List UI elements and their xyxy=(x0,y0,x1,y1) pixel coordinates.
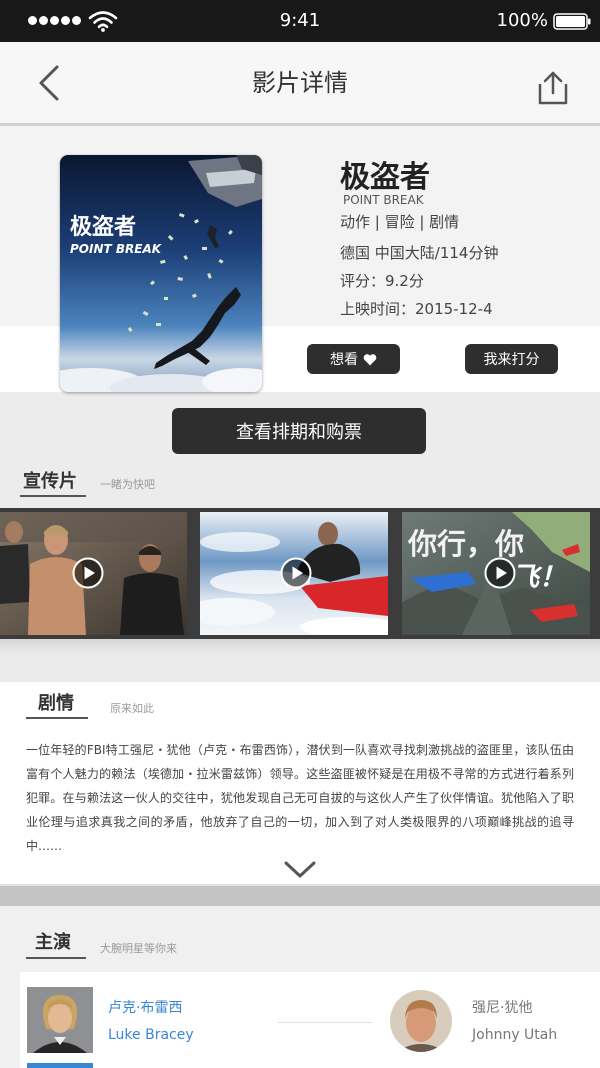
cast-subheading: 大腕明星等你来 xyxy=(100,942,177,955)
poster-subtitle: POINT BREAK xyxy=(70,242,163,256)
plot-subheading: 原来如此 xyxy=(110,702,154,715)
plot-heading-underline xyxy=(26,717,88,719)
status-bar: 9:41 100% xyxy=(0,0,600,42)
actor-name-cn[interactable]: 卢克·布雷西 xyxy=(108,999,182,1017)
want-to-watch-button[interactable]: 想看 xyxy=(307,344,400,374)
movie-release-date: 上映时间：2015-12-4 xyxy=(340,300,493,318)
wifi-icon xyxy=(88,11,118,32)
chevron-down-icon[interactable] xyxy=(283,860,317,880)
trailer-caption-line1: 你行，你 xyxy=(407,527,524,561)
actor-photo[interactable] xyxy=(27,987,93,1053)
cast-member-card[interactable] xyxy=(20,972,600,1068)
actor-role-connector xyxy=(278,1022,372,1023)
want-to-watch-label: 想看 xyxy=(330,352,358,368)
movie-english-title: POINT BREAK xyxy=(343,193,424,207)
role-name-en: Johnny Utah xyxy=(472,1027,558,1043)
battery-percent: 100% xyxy=(496,10,548,31)
rate-movie-label: 我来打分 xyxy=(483,352,540,368)
section-divider xyxy=(0,884,600,906)
rate-movie-button[interactable]: 我来打分 xyxy=(465,344,558,374)
movie-rating: 评分：9.2分 xyxy=(340,272,424,290)
trailers-subheading: 一睹为快吧 xyxy=(100,478,155,491)
showtimes-tickets-label: 查看排期和购票 xyxy=(236,422,362,443)
play-icon[interactable] xyxy=(280,557,312,589)
play-icon[interactable] xyxy=(72,557,104,589)
role-name-cn: 强尼·犹他 xyxy=(472,1000,533,1016)
movie-title: 极盗者 xyxy=(340,160,430,195)
movie-genres: 动作 | 冒险 | 剧情 xyxy=(340,213,460,231)
actor-name-en[interactable]: Luke Bracey xyxy=(108,1026,194,1044)
poster-title: 极盗者 xyxy=(70,214,136,240)
trailer-caption-line2: 飞！ xyxy=(512,562,566,593)
chevron-left-icon[interactable] xyxy=(36,64,62,102)
trailer-thumbnail-1[interactable] xyxy=(0,512,187,635)
trailer-thumbnail-2[interactable] xyxy=(200,512,388,635)
actor-photo-highlight xyxy=(27,1063,93,1068)
cast-heading: 主演 xyxy=(35,932,71,953)
play-icon[interactable] xyxy=(484,557,516,589)
signal-strength-icon xyxy=(28,16,84,26)
movie-poster: 极盗者 POINT BREAK xyxy=(60,155,262,392)
cast-heading-underline xyxy=(26,957,86,959)
plot-synopsis: 一位年轻的FBI特工强尼・犹他（卢克・布雷西饰），潜伏到一队喜欢寻找刺激挑战的盗… xyxy=(26,743,574,853)
clock-time: 9:41 xyxy=(279,10,321,31)
showtimes-tickets-button[interactable]: 查看排期和购票 xyxy=(172,408,426,454)
page-title: 影片详情 xyxy=(252,69,348,97)
plot-heading: 剧情 xyxy=(38,693,74,714)
share-icon[interactable] xyxy=(534,70,572,106)
trailers-heading: 宣传片 xyxy=(23,471,77,492)
role-avatar[interactable] xyxy=(390,990,452,1052)
movie-region-duration: 德国 中国大陆/114分钟 xyxy=(340,244,499,262)
trailers-heading-underline xyxy=(20,495,86,497)
heart-icon xyxy=(363,353,377,365)
trailer-thumbnail-3[interactable]: 你行，你 飞！ xyxy=(402,512,590,635)
section-spacer xyxy=(0,639,600,682)
battery-icon xyxy=(553,13,591,30)
